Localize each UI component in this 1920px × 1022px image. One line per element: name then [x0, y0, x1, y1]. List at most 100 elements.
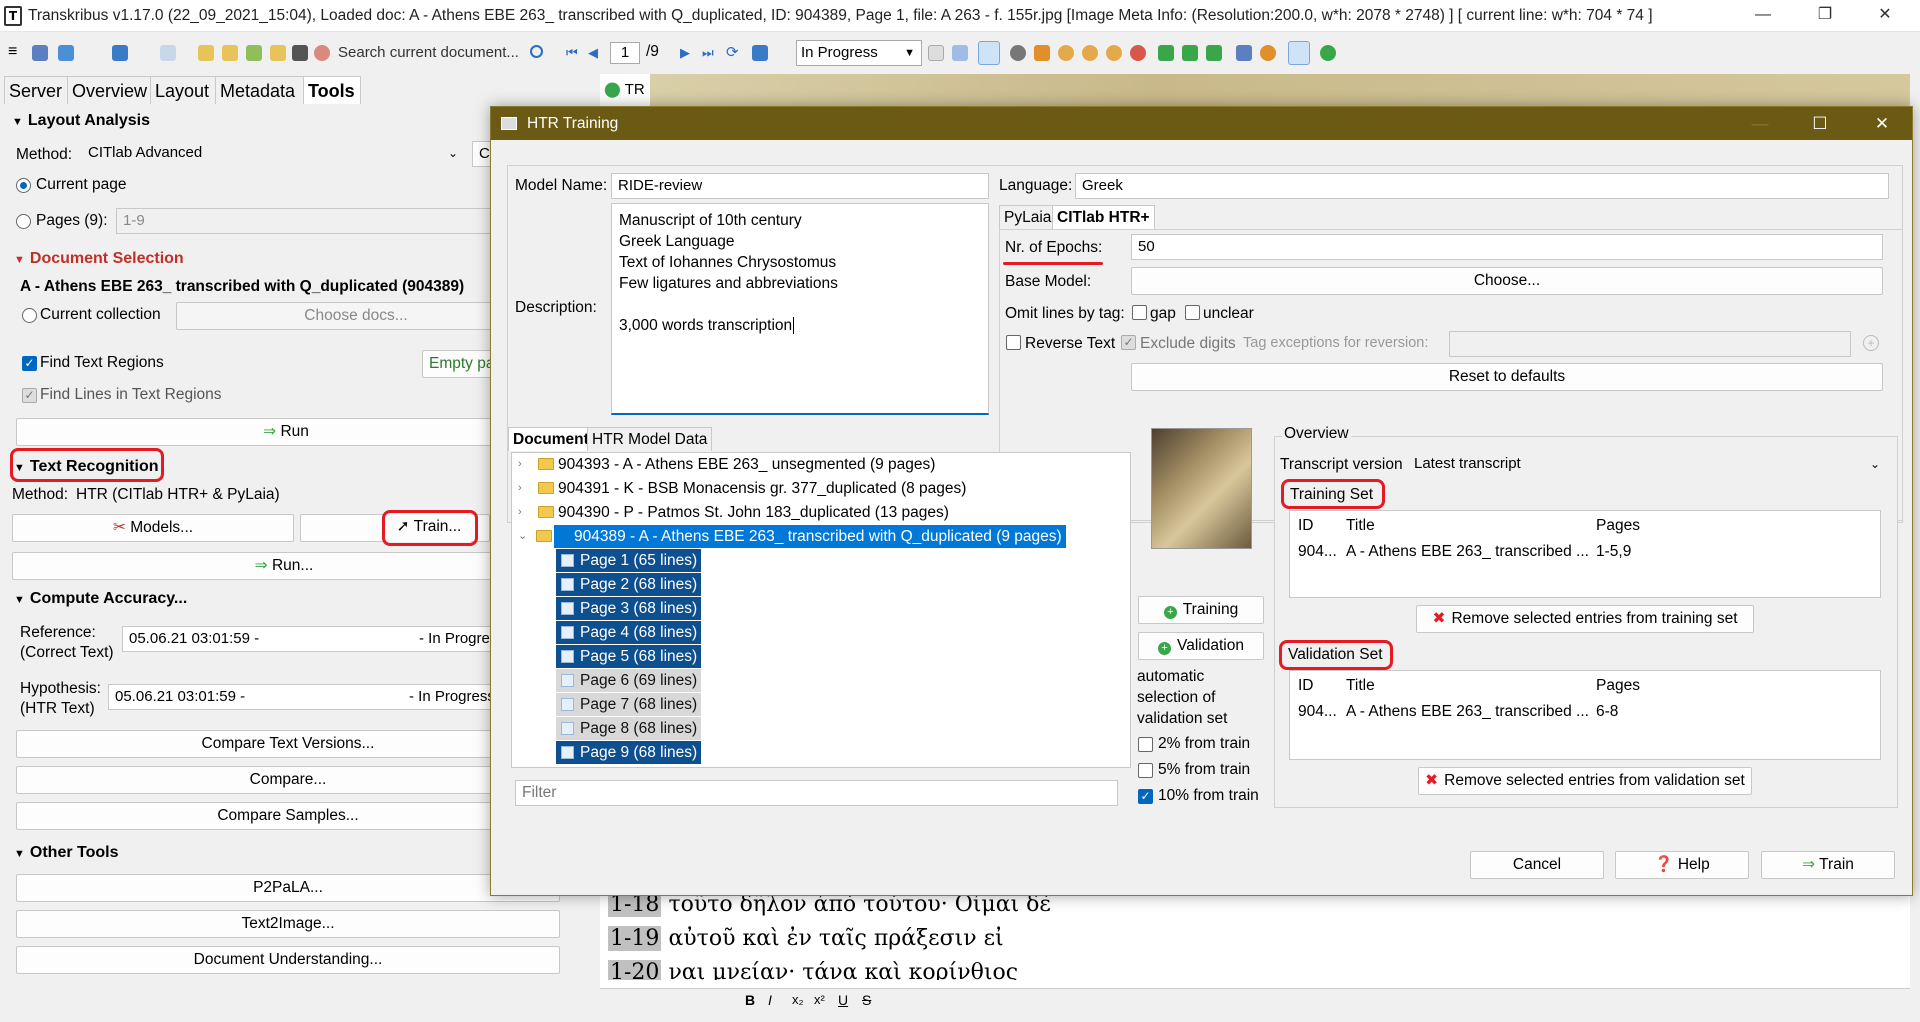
eye-icon[interactable] [1010, 45, 1026, 61]
la-method-select[interactable]: CITlab Advanced ⌄ [82, 141, 466, 167]
choose-base-model-button[interactable]: Choose... [1131, 267, 1883, 295]
add-training-button[interactable]: + Training [1138, 596, 1264, 624]
info-icon[interactable] [160, 45, 176, 61]
p2pala-button[interactable]: P2PaLA... [16, 874, 560, 902]
table-cell[interactable]: A - Athens EBE 263_ transcribed ... [1346, 543, 1589, 561]
fit-width-icon[interactable] [1158, 45, 1174, 61]
table-cell[interactable]: 904... [1298, 543, 1337, 561]
save-icon[interactable] [752, 45, 768, 61]
reverse-text-checkbox[interactable] [1006, 335, 1021, 350]
filter-input[interactable]: Filter [515, 780, 1118, 806]
bold-icon[interactable]: B [745, 992, 755, 1008]
fit-page-icon[interactable] [1206, 45, 1222, 61]
current-collection-radio[interactable] [22, 308, 37, 323]
tr-run-button[interactable]: ⇒ Run... [12, 552, 556, 580]
compare-samples-button[interactable]: Compare Samples... [16, 802, 560, 830]
tab-htr-model-data[interactable]: HTR Model Data [587, 427, 713, 451]
train-submit-button[interactable]: ⇒ Train [1761, 851, 1895, 879]
current-page-radio[interactable] [16, 178, 31, 193]
tree-page[interactable]: Page 7 (68 lines) [556, 693, 702, 716]
copy-icon[interactable] [928, 45, 944, 61]
dialog-close-button[interactable]: ✕ [1859, 107, 1905, 140]
pct-5-checkbox[interactable] [1138, 763, 1153, 778]
zoom-fit-icon[interactable] [1106, 45, 1122, 61]
reset-defaults-button[interactable]: Reset to defaults [1131, 363, 1883, 391]
refresh-icon[interactable]: ⟳ [726, 45, 742, 61]
add-validation-button[interactable]: + Validation [1138, 632, 1264, 660]
underline-icon[interactable]: U [838, 992, 848, 1008]
language-input[interactable]: Greek [1075, 173, 1889, 199]
find-text-regions-checkbox[interactable]: ✓ [22, 356, 37, 371]
eye-region-icon[interactable] [1034, 45, 1050, 61]
compute-accuracy-section[interactable]: ▼ Compute Accuracy... [14, 590, 187, 608]
tab-citlab-htr[interactable]: CITlab HTR+ [1052, 205, 1155, 229]
tree-page[interactable]: Page 1 (65 lines) [556, 549, 702, 572]
table-cell[interactable]: 6-8 [1596, 703, 1618, 721]
text2image-button[interactable]: Text2Image... [16, 910, 560, 938]
tag-exceptions-input[interactable] [1449, 331, 1851, 357]
pages-radio[interactable] [16, 214, 31, 229]
remove-validation-button[interactable]: ✖ Remove selected entries from validation… [1418, 767, 1752, 795]
zoom-out-icon[interactable] [1082, 45, 1098, 61]
menu-icon[interactable]: ≡ [8, 44, 24, 61]
camera-icon[interactable] [292, 45, 308, 61]
table-cell[interactable]: A - Athens EBE 263_ transcribed ... [1346, 703, 1589, 721]
folder-add-icon[interactable] [222, 45, 238, 61]
next-page-icon[interactable]: ▶ [680, 45, 696, 61]
close-button[interactable]: ✕ [1862, 0, 1908, 32]
tree-page[interactable]: Page 9 (68 lines) [556, 741, 702, 764]
record-icon[interactable] [314, 45, 330, 61]
pen-icon[interactable] [32, 45, 48, 61]
italic-icon[interactable]: I [768, 992, 772, 1008]
strikethrough-icon[interactable]: S [862, 992, 871, 1008]
page-number-input[interactable]: 1 [610, 42, 640, 64]
tab-overview[interactable]: Overview [67, 76, 151, 104]
epochs-input[interactable]: 50 [1131, 234, 1883, 260]
monitor-icon[interactable] [112, 45, 128, 61]
tree-page[interactable]: Page 6 (69 lines) [556, 669, 702, 692]
dialog-maximize-button[interactable]: ☐ [1797, 107, 1843, 140]
fit-height-icon[interactable] [1182, 45, 1198, 61]
tr-tab[interactable]: ⬤ TR [604, 80, 645, 98]
choose-docs-button[interactable]: Choose docs... [176, 302, 536, 330]
search-input[interactable]: Search current document... [338, 42, 550, 64]
transcript-line[interactable]: 1-20 ναι μνείαν· τάνα καὶ κορίνθιος [608, 960, 1018, 980]
tab-server[interactable]: Server [4, 76, 68, 104]
tools-icon[interactable] [1236, 45, 1252, 61]
model-name-input[interactable]: RIDE-review [611, 173, 989, 199]
last-page-icon[interactable]: ⏭ [702, 45, 718, 61]
add-icon[interactable]: + [1863, 335, 1879, 351]
zoom-in-icon[interactable] [1058, 45, 1074, 61]
superscript-icon[interactable]: x² [814, 992, 825, 1007]
gap-checkbox[interactable] [1132, 305, 1147, 320]
document-selection-section[interactable]: ▼ Document Selection [14, 250, 184, 268]
tab-pylaia[interactable]: PyLaia [999, 205, 1057, 229]
transcription-editor[interactable]: 1-18 τοῦτο δῆλον ἀπὸ τούτου· Οἶμαι δὲ 1-… [600, 880, 1910, 995]
zoom-reset-icon[interactable] [1130, 45, 1146, 61]
pct-2-checkbox[interactable] [1138, 737, 1153, 752]
folder-sync-icon[interactable] [246, 45, 262, 61]
layout-icon[interactable] [58, 45, 74, 61]
tab-metadata[interactable]: Metadata [215, 76, 304, 104]
training-set-table[interactable]: ID Title Pages 904... A - Athens EBE 263… [1289, 510, 1881, 598]
tree-page[interactable]: Page 2 (68 lines) [556, 573, 702, 596]
minimize-button[interactable]: — [1740, 0, 1786, 32]
validation-set-table[interactable]: ID Title Pages 904... A - Athens EBE 263… [1289, 670, 1881, 760]
transcript-line[interactable]: 1-19 αὐτοῦ καὶ ἐν ταῖς πράξεσιν εἰ [608, 926, 1004, 951]
page-icon[interactable] [952, 45, 968, 61]
maximize-button[interactable]: ❐ [1802, 0, 1848, 32]
exclude-digits-checkbox[interactable]: ✓ [1121, 335, 1136, 350]
pages-input[interactable]: 1-9 [116, 208, 506, 234]
find-lines-checkbox[interactable]: ✓ [22, 388, 37, 403]
pointer-icon[interactable] [978, 41, 1000, 65]
remove-training-button[interactable]: ✖ Remove selected entries from training s… [1416, 605, 1754, 633]
status-select[interactable]: In Progress ▼ [796, 40, 922, 66]
pct-10-checkbox[interactable]: ✓ [1138, 789, 1153, 804]
description-textarea[interactable]: Manuscript of 10th century Greek Languag… [611, 203, 989, 415]
settings-icon[interactable] [1260, 45, 1276, 61]
transcript-version-select[interactable]: Latest transcript ⌄ [1408, 452, 1888, 478]
cancel-button[interactable]: Cancel [1470, 851, 1604, 879]
tree-page[interactable]: Page 3 (68 lines) [556, 597, 702, 620]
help-button[interactable]: ❓ Help [1615, 851, 1749, 879]
reference-select[interactable]: 05.06.21 03:01:59 -- In Progre [122, 626, 532, 652]
